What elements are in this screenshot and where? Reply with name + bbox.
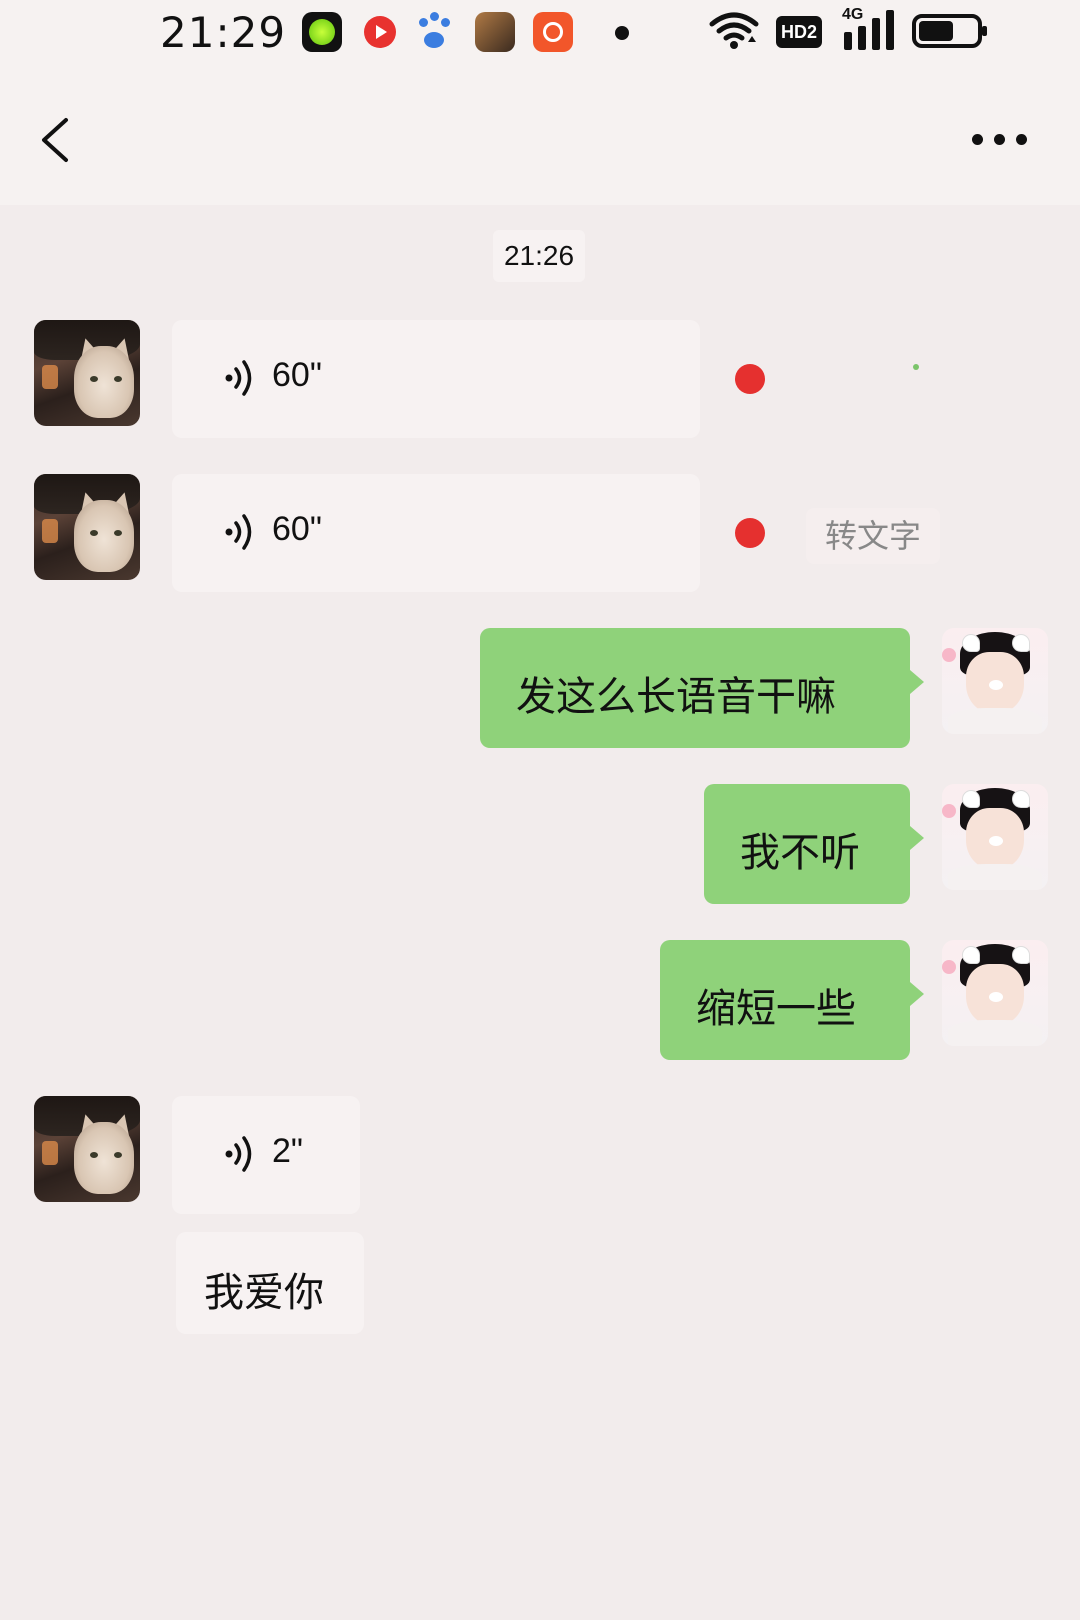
contact-avatar[interactable] [34,320,140,426]
my-avatar[interactable] [942,940,1048,1046]
voice-message-bubble[interactable]: 2" [172,1096,360,1214]
incoming-text-bubble[interactable]: 我爱你 [176,1232,364,1334]
green-app-icon [302,12,342,52]
chat-timestamp: 21:26 [493,230,585,282]
outgoing-text-bubble[interactable]: 发这么长语音干嘛 [480,628,924,748]
more-dots-icon[interactable] [960,120,1040,160]
status-time: 21:29 [160,8,287,57]
voice-wave-icon [225,1136,252,1172]
message-text: 缩短一些 [696,986,856,1032]
game-app-icon [475,12,515,52]
battery-icon [912,14,987,48]
voice-message-bubble[interactable]: 60" [172,320,700,438]
wifi-icon [709,12,759,49]
voice-message-bubble[interactable]: 60" [172,474,700,592]
convert-to-text-button[interactable]: 转文字 [806,508,940,564]
message-text: 我爱你 [204,1270,324,1316]
kuaishou-app-icon [533,12,573,52]
voice-duration: 2" [272,1132,303,1170]
message-text: 我不听 [740,830,860,876]
green-speck [913,364,919,370]
status-bar: 21:29 HD2 4G [0,0,1080,70]
contact-avatar[interactable] [34,1096,140,1202]
outgoing-text-bubble[interactable]: 缩短一些 [660,940,924,1060]
outgoing-text-bubble[interactable]: 我不听 [704,784,924,904]
video-app-icon [360,12,400,52]
hd-badge: HD2 [776,16,822,48]
contact-avatar[interactable] [34,474,140,580]
signal-icon [844,10,894,50]
voice-duration: 60" [272,356,322,394]
my-avatar[interactable] [942,784,1048,890]
notification-dot-icon [615,26,629,40]
baidu-app-icon [415,12,455,52]
my-avatar[interactable] [942,628,1048,734]
chevron-left-icon[interactable] [30,110,90,170]
unread-dot [735,364,765,394]
voice-wave-icon [225,360,252,396]
unread-dot [735,518,765,548]
chat-header [0,70,1080,205]
message-text: 发这么长语音干嘛 [516,674,836,720]
voice-wave-icon [225,514,252,550]
voice-duration: 60" [272,510,322,548]
